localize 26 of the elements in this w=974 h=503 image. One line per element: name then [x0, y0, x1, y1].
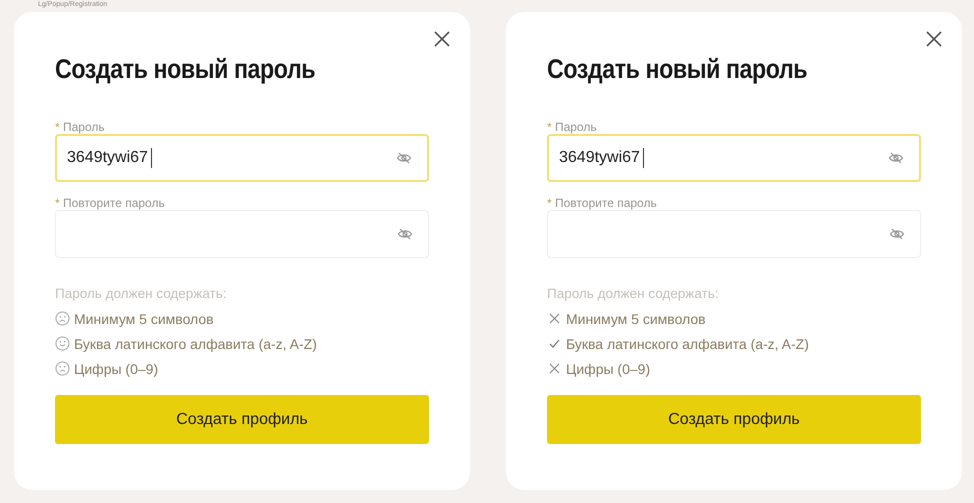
dialog-title: Создать новый пароль — [547, 54, 808, 86]
field-label: * Пароль — [547, 120, 598, 134]
field-label: * Повторите пароль — [55, 196, 166, 210]
dialog-title: Создать новый пароль — [55, 54, 316, 86]
requirement-text: Минимум 5 символов — [566, 310, 706, 326]
eye-hidden-icon[interactable] — [888, 152, 904, 164]
rules-heading: Пароль должен содержать: — [55, 286, 228, 303]
rules-heading: Пароль должен содержать: — [547, 286, 720, 303]
requirement-text: Буква латинского алфавита (a-z, A-Z) — [566, 336, 809, 352]
create-profile-button[interactable]: Создать профиль — [547, 395, 921, 444]
requirement-text: Цифры (0–9) — [74, 360, 158, 376]
password-field[interactable] — [55, 210, 429, 258]
create-profile-button[interactable]: Создать профиль — [55, 395, 429, 444]
eye-hidden-icon[interactable] — [397, 228, 413, 240]
eye-hidden-icon[interactable] — [396, 152, 412, 164]
password-field[interactable]: 3649tywi67 — [547, 134, 921, 182]
field-label: * Повторите пароль — [547, 196, 658, 210]
requirement-text: Цифры (0–9) — [566, 360, 650, 376]
field-label: * Пароль — [55, 120, 106, 134]
requirement-text: Буква латинского алфавита (a-z, A-Z) — [74, 336, 317, 352]
eye-hidden-icon[interactable] — [889, 228, 905, 240]
password-field[interactable] — [547, 210, 921, 258]
password-field[interactable]: 3649tywi67 — [55, 134, 429, 182]
close-icon[interactable] — [925, 30, 943, 48]
close-icon[interactable] — [433, 30, 451, 48]
requirement-text: Минимум 5 символов — [74, 310, 214, 326]
